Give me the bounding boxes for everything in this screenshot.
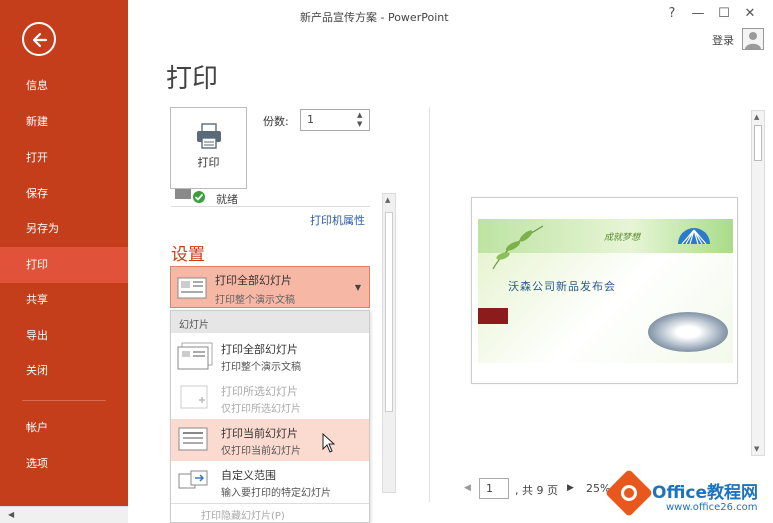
sidebar-item-account[interactable]: 帐户 <box>0 410 128 446</box>
close-button[interactable]: ✕ <box>737 6 763 21</box>
maximize-button[interactable]: ☐ <box>711 6 737 21</box>
window-title: 新产品宣传方案 - PowerPoint <box>300 11 449 24</box>
sidebar-item-options[interactable]: 选项 <box>0 446 128 482</box>
avatar[interactable] <box>742 28 764 50</box>
menu-item-desc: 仅打印所选幻灯片 <box>221 404 301 415</box>
menu-item-desc: 仅打印当前幻灯片 <box>221 446 301 457</box>
menu-item-title: 打印所选幻灯片 <box>221 385 298 398</box>
user-icon <box>745 32 761 49</box>
scroll-thumb[interactable] <box>754 125 762 161</box>
sidebar-item-save-as[interactable]: 另存为 <box>0 211 128 247</box>
scroll-up-icon[interactable]: ▲ <box>754 113 759 121</box>
help-button[interactable]: ? <box>659 6 685 21</box>
menu-item-title: 自定义范围 <box>221 469 276 482</box>
custom-range-icon <box>178 470 208 489</box>
menu-item-all-slides[interactable]: 打印全部幻灯片 打印整个演示文稿 <box>171 335 369 377</box>
watermark: Office教程网 www.office26.com <box>604 468 768 520</box>
selected-slides-icon <box>180 385 208 409</box>
page-number-input[interactable]: 1 <box>479 478 509 499</box>
slide-title: 沃森公司新品发布会 <box>508 280 616 293</box>
printer-status-text: 就绪 <box>216 193 238 206</box>
printer-selector[interactable]: 就绪 <box>171 189 370 207</box>
all-slides-icon <box>177 277 207 299</box>
sidebar-item-export[interactable]: 导出 <box>0 318 128 354</box>
page-title: 打印 <box>166 64 219 94</box>
menu-item-title: 打印全部幻灯片 <box>221 343 298 356</box>
sidebar-item-open[interactable]: 打开 <box>0 140 128 176</box>
arrow-left-icon <box>32 32 48 48</box>
current-slide-icon <box>178 427 208 451</box>
menu-item-title: 打印当前幻灯片 <box>221 427 298 440</box>
menu-item-custom-range[interactable]: 自定义范围 输入要打印的特定幻灯片 <box>171 461 369 503</box>
backstage-sidebar: 信息 新建 打开 保存 另存为 打印 共享 导出 关闭 帐户 选项 <box>0 0 128 523</box>
copies-value: 1 <box>307 113 314 126</box>
sidebar-divider <box>22 400 106 401</box>
page-total-label: , 共 9 页 <box>515 484 558 497</box>
printer-properties-link[interactable]: 打印机属性 <box>310 212 365 228</box>
menu-item-desc: 输入要打印的特定幻灯片 <box>221 488 331 499</box>
print-preview: 成就梦想 沃森公司新品发布会 <box>471 197 738 384</box>
sidebar-item-info[interactable]: 信息 <box>0 68 128 104</box>
login-link[interactable]: 登录 <box>712 32 734 48</box>
slides-range-menu: 幻灯片 打印全部幻灯片 打印整个演示文稿 打印所选幻灯片 仅打印所选幻灯片 打印… <box>170 310 370 523</box>
minimize-button[interactable]: — <box>685 6 711 21</box>
window-controls: ? — ☐ ✕ <box>659 6 763 21</box>
print-hidden-slides-option[interactable]: 打印隐藏幻灯片(P) <box>171 503 369 523</box>
watermark-url: www.office26.com <box>666 502 758 513</box>
back-button[interactable] <box>22 22 56 56</box>
horizontal-scrollbar[interactable]: ◀ <box>0 506 128 523</box>
settings-heading: 设置 <box>171 245 205 265</box>
menu-item-desc: 打印整个演示文稿 <box>221 362 301 373</box>
print-button[interactable]: 打印 <box>170 107 247 189</box>
copies-stepper[interactable]: 1 ▲ ▼ <box>300 109 370 131</box>
laptop-image <box>648 312 728 352</box>
panel-divider <box>429 107 430 502</box>
plant-decoration-icon <box>492 225 544 270</box>
slide-subtitle: 成就梦想 <box>604 233 641 243</box>
slide-preview: 成就梦想 沃森公司新品发布会 <box>478 219 733 363</box>
sidebar-item-close[interactable]: 关闭 <box>0 353 128 389</box>
copies-spin-buttons[interactable]: ▲ ▼ <box>357 111 367 129</box>
slide-tag-decoration <box>478 308 508 324</box>
dropdown-selected-title: 打印全部幻灯片 <box>215 274 292 287</box>
sidebar-item-save[interactable]: 保存 <box>0 176 128 212</box>
preview-scrollbar[interactable]: ▲ ▼ <box>751 110 765 456</box>
printer-ready-icon <box>175 189 205 203</box>
scroll-thumb[interactable] <box>385 212 393 412</box>
scroll-down-icon[interactable]: ▼ <box>754 445 759 453</box>
all-slides-icon <box>177 342 213 370</box>
mouse-cursor-icon <box>322 433 336 453</box>
sidebar-item-share[interactable]: 共享 <box>0 282 128 318</box>
sidebar-item-print[interactable]: 打印 <box>0 247 128 283</box>
settings-scrollbar[interactable]: ▲ <box>382 193 396 493</box>
company-logo-icon <box>678 228 710 245</box>
office-logo-ring <box>621 485 637 501</box>
menu-item-current-slide[interactable]: 打印当前幻灯片 仅打印当前幻灯片 <box>171 419 369 461</box>
next-page-icon[interactable]: ▶ <box>567 483 574 493</box>
scroll-up-icon[interactable]: ▲ <box>385 196 390 204</box>
watermark-brand: Office教程网 <box>652 483 759 503</box>
copies-label: 份数: <box>263 115 289 128</box>
dropdown-selected-desc: 打印整个演示文稿 <box>215 295 295 306</box>
printer-icon <box>197 123 221 149</box>
previous-page-icon[interactable]: ◀ <box>464 483 471 493</box>
chevron-down-icon: ▼ <box>354 283 361 292</box>
scroll-left-icon[interactable]: ◀ <box>8 510 14 519</box>
sidebar-item-new[interactable]: 新建 <box>0 104 128 140</box>
slides-range-dropdown[interactable]: 打印全部幻灯片 打印整个演示文稿 ▼ <box>170 266 370 308</box>
menu-item-selected-slides[interactable]: 打印所选幻灯片 仅打印所选幻灯片 <box>171 377 369 419</box>
menu-header: 幻灯片 <box>171 311 369 333</box>
print-button-label: 打印 <box>197 156 220 169</box>
